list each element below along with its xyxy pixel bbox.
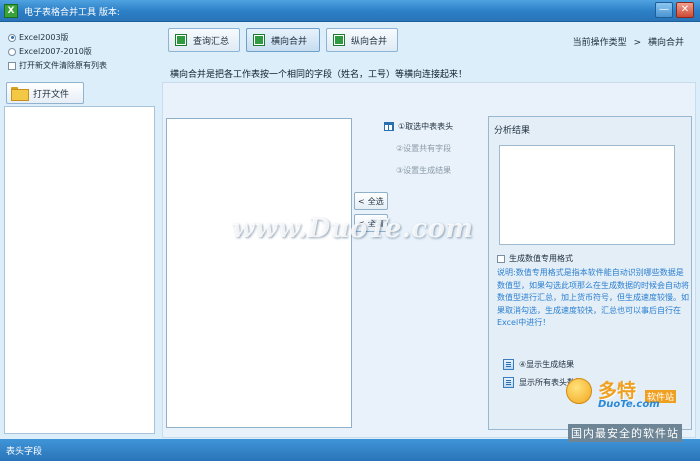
- breadcrumb-label: 当前操作类型: [572, 38, 627, 48]
- radio-excel2007[interactable]: Excel2007-2010版: [8, 46, 92, 57]
- chevron-left-icon: <: [358, 196, 365, 206]
- numeric-format-checkbox[interactable]: 生成数值专用格式: [497, 253, 573, 264]
- numeric-format-label: 生成数值专用格式: [509, 254, 573, 263]
- analysis-result-box[interactable]: [499, 145, 675, 245]
- window-title: 电子表格合并工具 版本:: [24, 8, 120, 18]
- tab-label: 横向合并: [271, 36, 308, 47]
- excel-icon: [175, 34, 187, 46]
- tab-label: 纵向合并: [351, 36, 388, 47]
- app-excel-icon: X: [4, 4, 18, 18]
- clear-list-label: 打开新文件清除原有列表: [19, 61, 107, 70]
- step-get-headers[interactable]: ①取选中表表头: [384, 121, 453, 132]
- analysis-panel: 分析结果 生成数值专用格式 说明:数值专用格式是指本软件能自动识别哪些数据是数值…: [488, 116, 692, 430]
- file-list[interactable]: [4, 106, 155, 434]
- checkbox-icon[interactable]: [8, 61, 16, 70]
- analysis-title: 分析结果: [494, 126, 531, 136]
- watermark-logo-icon: [566, 378, 592, 404]
- show-result-label: ④显示生成结果: [519, 360, 575, 369]
- step-set-result[interactable]: ③设置生成结果: [396, 165, 451, 176]
- tab-label: 查询汇总: [193, 36, 230, 47]
- breadcrumb-separator: >: [633, 38, 642, 48]
- watermark-slogan: 国内最安全的软件站: [568, 424, 682, 442]
- breadcrumb-current: 横向合并: [647, 38, 684, 48]
- result-icon: [503, 359, 514, 370]
- select-all-button[interactable]: < 全选: [354, 192, 388, 210]
- step1-label: ①取选中表表头: [398, 122, 454, 131]
- open-file-label: 打开文件: [33, 89, 70, 100]
- title-bar: X 电子表格合并工具 版本: — ✕: [0, 0, 700, 22]
- merge-description: 横向合并是把各工作表按一个相同的字段（姓名，工号）等横向连接起来！: [170, 70, 468, 80]
- table-icon: [384, 122, 394, 131]
- radio-circle-icon[interactable]: [8, 33, 16, 42]
- window-controls: — ✕: [655, 2, 694, 18]
- minimize-button[interactable]: —: [655, 2, 673, 18]
- step3-label: ③设置生成结果: [396, 166, 452, 175]
- step-set-common-field[interactable]: ②设置共有字段: [396, 143, 451, 154]
- watermark-center: www.DuoTe.com: [232, 214, 474, 244]
- radio-excel2003-label: Excel2003版: [19, 33, 69, 42]
- clear-list-checkbox[interactable]: 打开新文件清除原有列表: [8, 60, 107, 71]
- close-button[interactable]: ✕: [676, 2, 694, 18]
- checkbox-icon[interactable]: [497, 254, 505, 263]
- watermark-domain: DuoTe.com: [598, 399, 660, 410]
- step2-label: ②设置共有字段: [396, 144, 452, 153]
- tab-query-summary[interactable]: 查询汇总: [168, 28, 240, 52]
- radio-excel2003[interactable]: Excel2003版: [8, 32, 69, 43]
- numeric-format-note: 说明:数值专用格式是指本软件能自动识别哪些数据是数值型，如果勾选此项那么在生成数…: [497, 268, 689, 327]
- show-result-button[interactable]: ④显示生成结果: [503, 359, 574, 370]
- radio-circle-icon[interactable]: [8, 47, 16, 56]
- breadcrumb: 当前操作类型 > 横向合并: [573, 35, 684, 48]
- tab-vertical-merge[interactable]: 纵向合并: [326, 28, 398, 52]
- radio-excel2007-label: Excel2007-2010版: [19, 47, 92, 56]
- status-text: 表头字段: [6, 447, 43, 457]
- tab-horizontal-merge[interactable]: 横向合并: [246, 28, 320, 52]
- open-file-button[interactable]: 打开文件: [6, 82, 84, 104]
- excel-icon: [253, 34, 265, 46]
- header-field-list[interactable]: [166, 118, 352, 428]
- status-bar: 表头字段: [0, 439, 700, 461]
- select-all-label: 全选: [367, 196, 384, 206]
- folder-icon: [11, 87, 29, 101]
- excel-icon: [333, 34, 345, 46]
- headers-icon: [503, 377, 514, 388]
